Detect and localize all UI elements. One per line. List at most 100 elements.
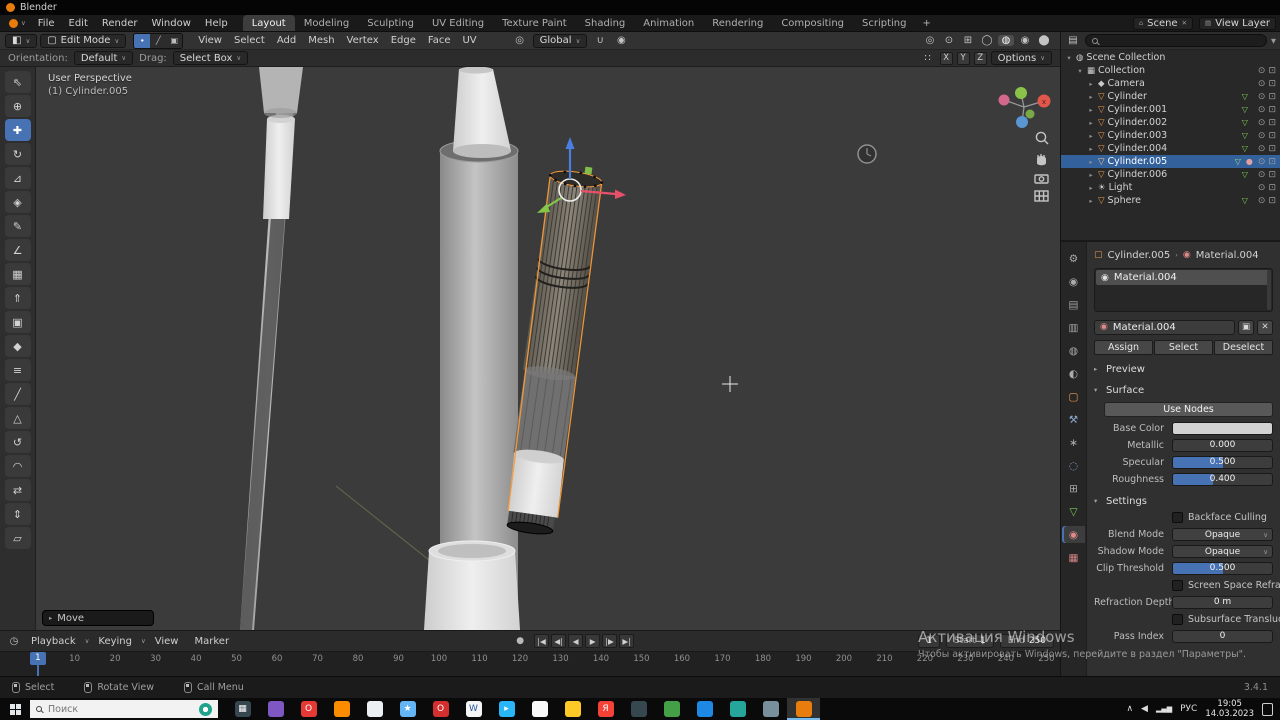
taskbar-app-button[interactable]: Я bbox=[589, 698, 622, 720]
clip-threshold-slider[interactable]: 0.500 bbox=[1172, 562, 1273, 575]
taskbar-app-button[interactable] bbox=[721, 698, 754, 720]
viewport-menu[interactable]: View bbox=[192, 35, 228, 46]
tray-expand-icon[interactable]: ∧ bbox=[1126, 704, 1133, 714]
playback-menu[interactable]: Playback bbox=[24, 636, 83, 647]
add-workspace-button[interactable]: + bbox=[915, 15, 937, 31]
disable-render-icon[interactable]: ⊡ bbox=[1268, 79, 1276, 89]
frame-start-field[interactable]: Start 1 bbox=[945, 634, 994, 648]
timeline-editor-icon[interactable]: ◷ bbox=[6, 636, 22, 647]
proportional-edit-icon[interactable]: ◉ bbox=[613, 35, 629, 46]
properties-tab[interactable]: ⚒ bbox=[1062, 411, 1085, 428]
current-frame-field[interactable]: 1 bbox=[918, 634, 940, 648]
taskbar-app-button[interactable] bbox=[358, 698, 391, 720]
tray-clock[interactable]: 19:05 14.03.2023 bbox=[1205, 699, 1254, 719]
viewport-toggle-button[interactable]: ◉ bbox=[1017, 35, 1033, 46]
outliner-row[interactable]: ▾ ◍ Scene Collection bbox=[1061, 51, 1280, 64]
roughness-slider[interactable]: 0.400 bbox=[1172, 473, 1273, 486]
slot-scrollbar[interactable] bbox=[1267, 270, 1271, 310]
workspace-tab[interactable]: Compositing bbox=[772, 15, 853, 31]
pass-index-field[interactable]: 0 bbox=[1172, 630, 1273, 643]
expand-arrow-icon[interactable]: ▸ bbox=[1087, 80, 1095, 88]
settings-section-header[interactable]: ▾ Settings bbox=[1094, 494, 1273, 508]
disable-render-icon[interactable]: ⊡ bbox=[1268, 196, 1276, 206]
grid-icon[interactable]: ∷ bbox=[920, 53, 936, 64]
tool-button[interactable]: ⇖ bbox=[4, 71, 31, 93]
surface-section-header[interactable]: ▾ Surface bbox=[1094, 383, 1273, 397]
editor-type-button[interactable]: ◧ ∨ bbox=[5, 33, 38, 48]
workspace-tab[interactable]: Rendering bbox=[703, 15, 772, 31]
marker-menu[interactable]: Marker bbox=[187, 636, 236, 647]
playhead[interactable]: 1 bbox=[30, 652, 46, 676]
metallic-slider[interactable]: 0.000 bbox=[1172, 439, 1273, 452]
properties-tab[interactable]: ▥ bbox=[1062, 319, 1085, 336]
tool-button[interactable]: △ bbox=[4, 407, 31, 429]
timeline-ruler[interactable]: 1102030405060708090100110120130140150160… bbox=[0, 651, 1060, 676]
workspace-tab[interactable]: Modeling bbox=[295, 15, 359, 31]
pan-hand-icon[interactable] bbox=[1037, 154, 1046, 166]
workspace-tab[interactable]: Scripting bbox=[853, 15, 915, 31]
viewport-toggle-button[interactable]: ◯ bbox=[979, 35, 995, 46]
drag-dropdown[interactable]: Select Box ∨ bbox=[172, 51, 249, 65]
tool-button[interactable]: ↺ bbox=[4, 431, 31, 453]
select-mode-button[interactable]: ╱ bbox=[150, 33, 167, 48]
outliner-editor-icon[interactable]: ▤ bbox=[1065, 35, 1081, 46]
network-icon[interactable]: ▂▄▆ bbox=[1156, 705, 1172, 713]
taskbar-app-button[interactable]: O bbox=[424, 698, 457, 720]
outliner-row[interactable]: ▸ ☀ Light ⊙ ⊡ bbox=[1061, 181, 1280, 194]
menubar-menu[interactable]: File bbox=[31, 15, 62, 31]
assign-button[interactable]: Assign bbox=[1094, 340, 1153, 355]
breadcrumb-material[interactable]: Material.004 bbox=[1196, 250, 1259, 261]
select-mode-button[interactable]: ∙ bbox=[134, 33, 151, 48]
volume-icon[interactable]: ◀ bbox=[1141, 704, 1148, 714]
tool-button[interactable]: ⇕ bbox=[4, 503, 31, 525]
outliner-row[interactable]: ▸ ▽ Cylinder.001 ▽ ⊙ ⊡ bbox=[1061, 103, 1280, 116]
tool-button[interactable]: ╱ bbox=[4, 383, 31, 405]
material-slot-row[interactable]: ◉ Material.004 bbox=[1096, 270, 1271, 285]
expand-arrow-icon[interactable]: ▾ bbox=[1076, 67, 1084, 75]
hide-eye-icon[interactable]: ⊙ bbox=[1258, 118, 1266, 128]
taskbar-search[interactable] bbox=[30, 700, 218, 718]
hide-eye-icon[interactable]: ⊙ bbox=[1258, 79, 1266, 89]
properties-tab[interactable]: ▢ bbox=[1062, 388, 1085, 405]
object-cylinder-thin-rod[interactable] bbox=[240, 67, 303, 630]
breadcrumb-object[interactable]: Cylinder.005 bbox=[1108, 250, 1171, 261]
viewport-toggle-button[interactable]: ◍ bbox=[998, 35, 1014, 46]
properties-tab[interactable]: ▽ bbox=[1062, 503, 1085, 520]
outliner-row[interactable]: ▸ ▽ Cylinder ▽ ⊙ ⊡ bbox=[1061, 90, 1280, 103]
tool-button[interactable]: ⇑ bbox=[4, 287, 31, 309]
properties-tab[interactable]: ⊞ bbox=[1062, 480, 1085, 497]
expand-arrow-icon[interactable]: ▸ bbox=[1087, 132, 1095, 140]
outliner-row[interactable]: ▸ ▽ Cylinder.004 ▽ ⊙ ⊡ bbox=[1061, 142, 1280, 155]
axis-x-button[interactable]: X bbox=[939, 51, 953, 65]
axis-y-ball[interactable] bbox=[1015, 87, 1027, 99]
viewport-menu[interactable]: Add bbox=[271, 35, 302, 46]
menubar-menu[interactable]: Edit bbox=[62, 15, 95, 31]
search-input[interactable] bbox=[48, 703, 168, 715]
zoom-icon[interactable] bbox=[1035, 131, 1049, 145]
menubar-menu[interactable]: Help bbox=[198, 15, 235, 31]
taskbar-app-button[interactable] bbox=[325, 698, 358, 720]
material-slot-list[interactable]: ◉ Material.004 bbox=[1094, 268, 1273, 312]
outliner-row[interactable]: ▸ ▽ Cylinder.003 ▽ ⊙ ⊡ bbox=[1061, 129, 1280, 142]
expand-arrow-icon[interactable]: ▸ bbox=[1087, 184, 1095, 192]
tool-button[interactable]: ▦ bbox=[4, 263, 31, 285]
properties-tab[interactable]: ◉ bbox=[1062, 526, 1085, 543]
refraction-depth-field[interactable]: 0 m bbox=[1172, 596, 1273, 609]
base-color-swatch[interactable] bbox=[1172, 422, 1273, 435]
viewport-3d-canvas[interactable]: x bbox=[36, 67, 1060, 630]
backface-culling-checkbox[interactable] bbox=[1172, 512, 1183, 523]
object-cylinder-large[interactable] bbox=[424, 67, 520, 630]
workspace-tab[interactable]: Sculpting bbox=[358, 15, 423, 31]
filter-icon[interactable]: ▼ bbox=[1271, 37, 1276, 45]
operator-panel[interactable]: ▸ Move bbox=[42, 610, 154, 626]
workspace-tab[interactable]: Texture Paint bbox=[493, 15, 576, 31]
axis-z-button[interactable]: Z bbox=[973, 51, 987, 65]
viewport-menu[interactable]: Face bbox=[422, 35, 457, 46]
tool-button[interactable]: ◠ bbox=[4, 455, 31, 477]
select-mode-button[interactable]: ▣ bbox=[166, 33, 183, 48]
properties-tab[interactable]: ◍ bbox=[1062, 342, 1085, 359]
workspace-tab[interactable]: Shading bbox=[576, 15, 635, 31]
expand-arrow-icon[interactable]: ▸ bbox=[1087, 119, 1095, 127]
tool-button[interactable]: ↻ bbox=[4, 143, 31, 165]
frame-end-field[interactable]: End 250 bbox=[999, 634, 1054, 648]
